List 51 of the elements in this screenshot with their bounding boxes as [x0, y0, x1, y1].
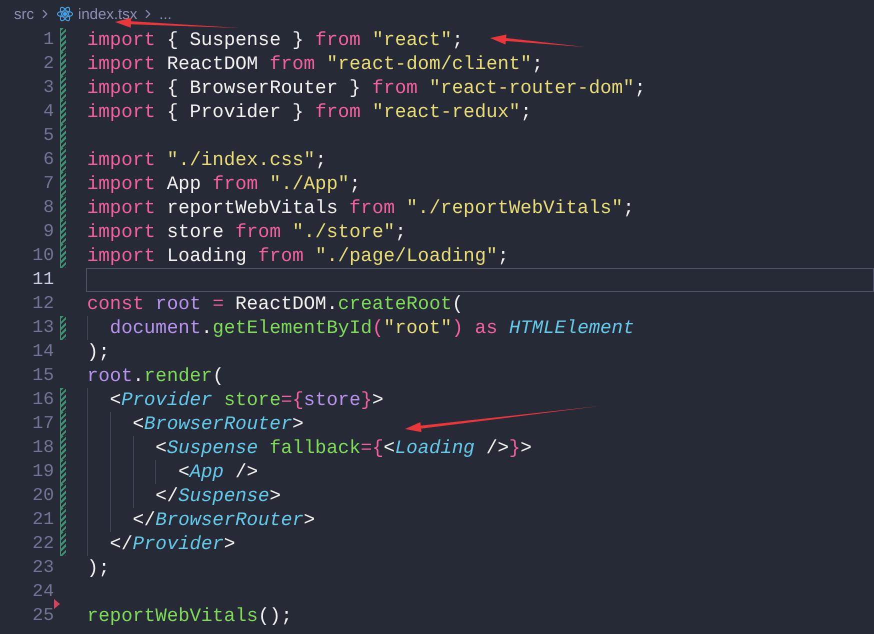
code-line: import store from "./store";: [87, 222, 406, 242]
code-line: document.getElementById("root") as HTMLElement: [108, 318, 634, 338]
line-number: 15: [31, 365, 54, 388]
line-number: 18: [31, 437, 54, 460]
line-number: 12: [31, 293, 54, 316]
line-number: 22: [31, 533, 54, 556]
line-number: 6: [42, 149, 54, 172]
code-line: import App from "./App";: [87, 174, 361, 194]
line-number: 17: [31, 413, 54, 436]
code-line: <Provider store={store}>: [108, 390, 384, 410]
code-line: );: [87, 558, 110, 578]
line-number: 5: [42, 125, 54, 148]
code-line: root.render(: [87, 366, 224, 386]
line-number: 1: [42, 29, 54, 52]
line-number: 25: [31, 605, 54, 628]
line-number: 16: [31, 389, 54, 412]
code-line: <Suspense fallback={<Loading />}>: [154, 438, 532, 458]
code-line: import Loading from "./page/Loading";: [87, 246, 509, 266]
line-number: 10: [31, 245, 54, 268]
code-line: import ReactDOM from "react-dom/client";: [87, 54, 544, 74]
code-line: </Suspense>: [154, 486, 281, 506]
code-line: </BrowserRouter>: [132, 510, 316, 530]
line-number: 14: [31, 341, 54, 364]
line-number: 3: [42, 77, 54, 100]
line-number: 20: [31, 485, 54, 508]
breadcrumb-item[interactable]: src: [14, 6, 34, 22]
code-line: reportWebVitals();: [87, 606, 292, 626]
line-number: 11: [31, 269, 54, 292]
breadcrumb-ellipsis[interactable]: ...: [159, 6, 172, 22]
code-line: import { BrowserRouter } from "react-router-dom";: [87, 78, 646, 98]
code-line: import { Provider } from "react-redux";: [87, 102, 532, 122]
atom-icon: [56, 5, 74, 23]
line-number: 13: [31, 317, 54, 340]
line-number: 24: [31, 581, 54, 604]
line-number: 9: [42, 221, 54, 244]
line-number: 21: [31, 509, 54, 532]
line-number: 7: [42, 173, 54, 196]
line-number: 23: [31, 557, 54, 580]
code-line: const root = ReactDOM.createRoot(: [87, 294, 464, 314]
line-number: 8: [42, 197, 54, 220]
code-line: import "./index.css";: [87, 150, 326, 170]
code-line: import reportWebVitals from "./reportWebVitals";: [87, 198, 634, 218]
code-line: );: [87, 342, 110, 362]
code-line: import { Suspense } from "react";: [87, 30, 464, 50]
line-number: 19: [31, 461, 54, 484]
code-line: <BrowserRouter>: [132, 414, 304, 434]
breadcrumb-item[interactable]: index.tsx: [78, 6, 138, 22]
code-line: <App />: [177, 462, 258, 482]
line-number: 4: [42, 101, 54, 124]
code-line: </Provider>: [108, 534, 236, 554]
line-number: 2: [42, 53, 54, 76]
